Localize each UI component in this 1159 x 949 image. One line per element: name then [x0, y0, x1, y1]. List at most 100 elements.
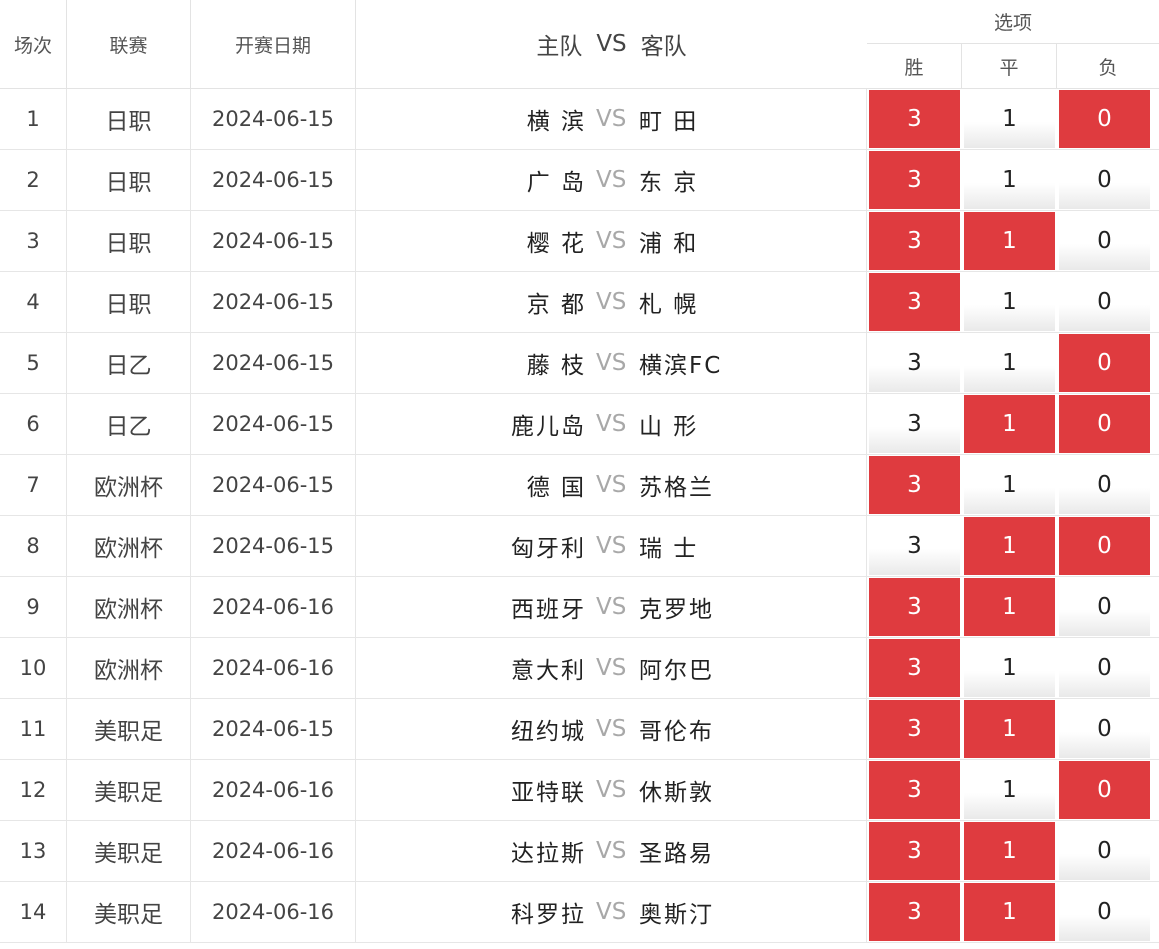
option-lose-button[interactable]: 0	[1059, 578, 1150, 636]
option-win-button[interactable]: 3	[869, 90, 960, 148]
match-rows: 1 日职 2024-06-15 横 滨 VS 町 田 3 1 0 2 日职 2024-06-15 广 岛…	[0, 89, 1159, 943]
match-number: 13	[0, 821, 67, 881]
match-number: 14	[0, 882, 67, 942]
home-team: 亚特联	[511, 780, 586, 806]
match-number: 6	[0, 394, 67, 454]
option-lose-button[interactable]: 0	[1059, 334, 1150, 392]
option-draw-button[interactable]: 1	[964, 761, 1055, 819]
header-win: 胜	[867, 44, 962, 89]
match-date: 2024-06-16	[191, 577, 356, 637]
option-win-button[interactable]: 3	[869, 822, 960, 880]
match-date: 2024-06-16	[191, 882, 356, 942]
vs-label: VS	[596, 289, 627, 315]
option-lose-button[interactable]: 0	[1059, 761, 1150, 819]
away-team: 苏格兰	[639, 475, 714, 501]
option-lose-button[interactable]: 0	[1059, 639, 1150, 697]
match-date: 2024-06-15	[191, 699, 356, 759]
option-draw-button[interactable]: 1	[964, 639, 1055, 697]
option-draw-button[interactable]: 1	[964, 273, 1055, 331]
vs-label: VS	[596, 594, 627, 620]
option-draw-button[interactable]: 1	[964, 334, 1055, 392]
vs-label: VS	[596, 838, 627, 864]
match-teams: 广 岛 VS 东 京	[356, 150, 867, 210]
vs-label: VS	[596, 533, 627, 559]
match-date: 2024-06-16	[191, 638, 356, 698]
option-lose-button[interactable]: 0	[1059, 517, 1150, 575]
header-date: 开赛日期	[191, 0, 356, 89]
match-league: 欧洲杯	[67, 455, 191, 515]
option-draw-button[interactable]: 1	[964, 883, 1055, 941]
option-lose-button[interactable]: 0	[1059, 151, 1150, 209]
option-win-button[interactable]: 3	[869, 883, 960, 941]
match-row: 13 美职足 2024-06-16 达拉斯 VS 圣路易 3 1 0	[0, 821, 1159, 882]
away-team: 克罗地	[639, 597, 714, 623]
vs-label: VS	[596, 167, 627, 193]
match-date: 2024-06-15	[191, 516, 356, 576]
home-team: 德 国	[526, 475, 586, 501]
option-win-button[interactable]: 3	[869, 639, 960, 697]
option-win-button[interactable]: 3	[869, 700, 960, 758]
header-league: 联赛	[67, 0, 191, 89]
option-draw-button[interactable]: 1	[964, 822, 1055, 880]
option-win-button[interactable]: 3	[869, 273, 960, 331]
home-team: 鹿儿岛	[511, 414, 586, 440]
match-teams: 横 滨 VS 町 田	[356, 89, 867, 149]
match-league: 美职足	[67, 760, 191, 820]
away-team: 横滨FC	[639, 353, 723, 379]
match-league: 欧洲杯	[67, 516, 191, 576]
match-date: 2024-06-15	[191, 89, 356, 149]
option-lose-button[interactable]: 0	[1059, 822, 1150, 880]
home-team: 纽约城	[511, 719, 586, 745]
option-lose-button[interactable]: 0	[1059, 212, 1150, 270]
header-options: 选项	[867, 0, 1159, 44]
match-league: 美职足	[67, 882, 191, 942]
option-draw-button[interactable]: 1	[964, 517, 1055, 575]
match-teams: 西班牙 VS 克罗地	[356, 577, 867, 637]
match-row: 9 欧洲杯 2024-06-16 西班牙 VS 克罗地 3 1 0	[0, 577, 1159, 638]
option-draw-button[interactable]: 1	[964, 151, 1055, 209]
away-team: 瑞 士	[639, 536, 699, 562]
away-team: 町 田	[639, 109, 699, 135]
header-lose: 负	[1057, 44, 1159, 89]
match-teams: 藤 枝 VS 横滨FC	[356, 333, 867, 393]
option-lose-button[interactable]: 0	[1059, 273, 1150, 331]
match-date: 2024-06-15	[191, 394, 356, 454]
vs-label: VS	[596, 777, 627, 803]
option-win-button[interactable]: 3	[869, 151, 960, 209]
home-team: 意大利	[511, 658, 586, 684]
option-lose-button[interactable]: 0	[1059, 456, 1150, 514]
option-win-button[interactable]: 3	[869, 456, 960, 514]
match-teams: 亚特联 VS 休斯敦	[356, 760, 867, 820]
match-league: 欧洲杯	[67, 638, 191, 698]
option-lose-button[interactable]: 0	[1059, 883, 1150, 941]
option-draw-button[interactable]: 1	[964, 212, 1055, 270]
vs-label: VS	[596, 472, 627, 498]
match-row: 12 美职足 2024-06-16 亚特联 VS 休斯敦 3 1 0	[0, 760, 1159, 821]
match-row: 14 美职足 2024-06-16 科罗拉 VS 奥斯汀 3 1 0	[0, 882, 1159, 943]
match-league: 美职足	[67, 699, 191, 759]
match-number: 11	[0, 699, 67, 759]
header-teams: 主队 VS 客队	[356, 0, 867, 89]
option-win-button[interactable]: 3	[869, 212, 960, 270]
option-lose-button[interactable]: 0	[1059, 90, 1150, 148]
option-win-button[interactable]: 3	[869, 761, 960, 819]
home-team: 匈牙利	[511, 536, 586, 562]
option-lose-button[interactable]: 0	[1059, 395, 1150, 453]
option-draw-button[interactable]: 1	[964, 700, 1055, 758]
option-lose-button[interactable]: 0	[1059, 700, 1150, 758]
option-win-button[interactable]: 3	[869, 517, 960, 575]
option-draw-button[interactable]: 1	[964, 395, 1055, 453]
option-win-button[interactable]: 3	[869, 395, 960, 453]
match-number: 8	[0, 516, 67, 576]
match-number: 1	[0, 89, 67, 149]
header-draw: 平	[962, 44, 1057, 89]
match-number: 2	[0, 150, 67, 210]
option-draw-button[interactable]: 1	[964, 578, 1055, 636]
away-team: 休斯敦	[639, 780, 714, 806]
option-draw-button[interactable]: 1	[964, 90, 1055, 148]
option-win-button[interactable]: 3	[869, 578, 960, 636]
match-row: 7 欧洲杯 2024-06-15 德 国 VS 苏格兰 3 1 0	[0, 455, 1159, 516]
option-draw-button[interactable]: 1	[964, 456, 1055, 514]
match-teams: 匈牙利 VS 瑞 士	[356, 516, 867, 576]
option-win-button[interactable]: 3	[869, 334, 960, 392]
